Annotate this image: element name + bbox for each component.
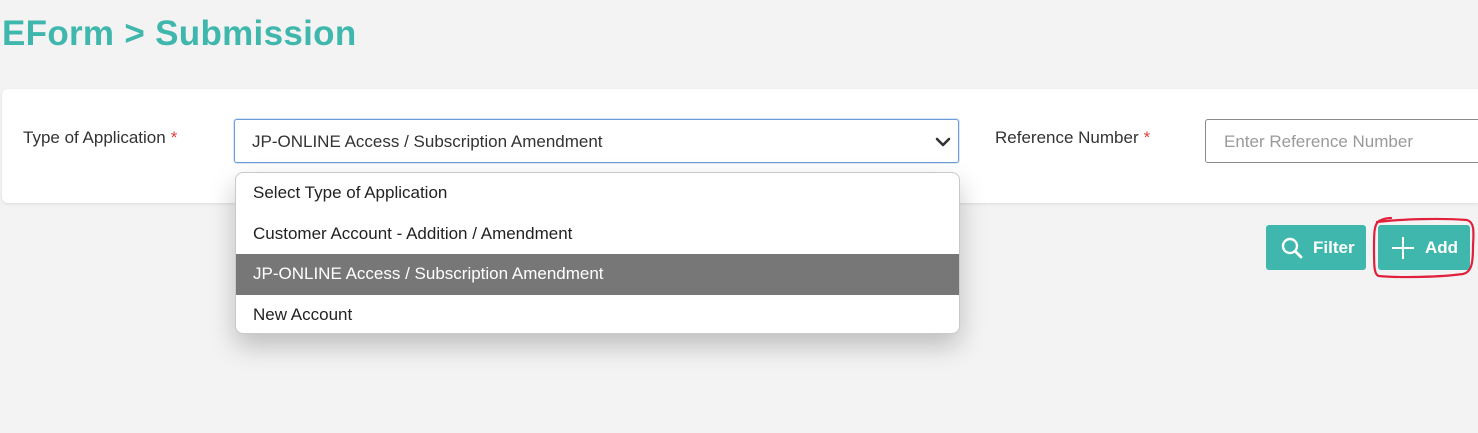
page-title: EForm > Submission [2, 14, 357, 53]
required-marker: * [170, 128, 178, 147]
add-button[interactable]: Add [1378, 225, 1470, 270]
type-of-application-label-text: Type of Application [23, 128, 166, 147]
option-select-type[interactable]: Select Type of Application [236, 173, 959, 214]
option-new-account[interactable]: New Account [236, 295, 959, 334]
required-marker: * [1143, 128, 1151, 147]
search-icon [1281, 237, 1303, 258]
add-button-label: Add [1425, 237, 1459, 257]
select-current-value: JP-ONLINE Access / Subscription Amendmen… [252, 132, 603, 151]
reference-number-input[interactable]: Enter Reference Number [1205, 119, 1478, 163]
filter-button-label: Filter [1313, 237, 1355, 257]
filter-button[interactable]: Filter [1266, 225, 1366, 270]
option-customer-account[interactable]: Customer Account - Addition / Amendment [236, 214, 959, 255]
type-of-application-label: Type of Application * [23, 128, 177, 148]
type-of-application-dropdown[interactable]: Select Type of Application Customer Acco… [235, 172, 960, 334]
plus-icon [1392, 236, 1414, 259]
reference-number-placeholder: Enter Reference Number [1224, 132, 1413, 151]
option-jp-online-access[interactable]: JP-ONLINE Access / Subscription Amendmen… [236, 254, 959, 295]
reference-number-label-text: Reference Number [995, 128, 1139, 147]
chevron-down-icon [935, 137, 951, 147]
reference-number-label: Reference Number * [995, 128, 1150, 148]
type-of-application-select[interactable]: JP-ONLINE Access / Subscription Amendmen… [234, 119, 959, 163]
